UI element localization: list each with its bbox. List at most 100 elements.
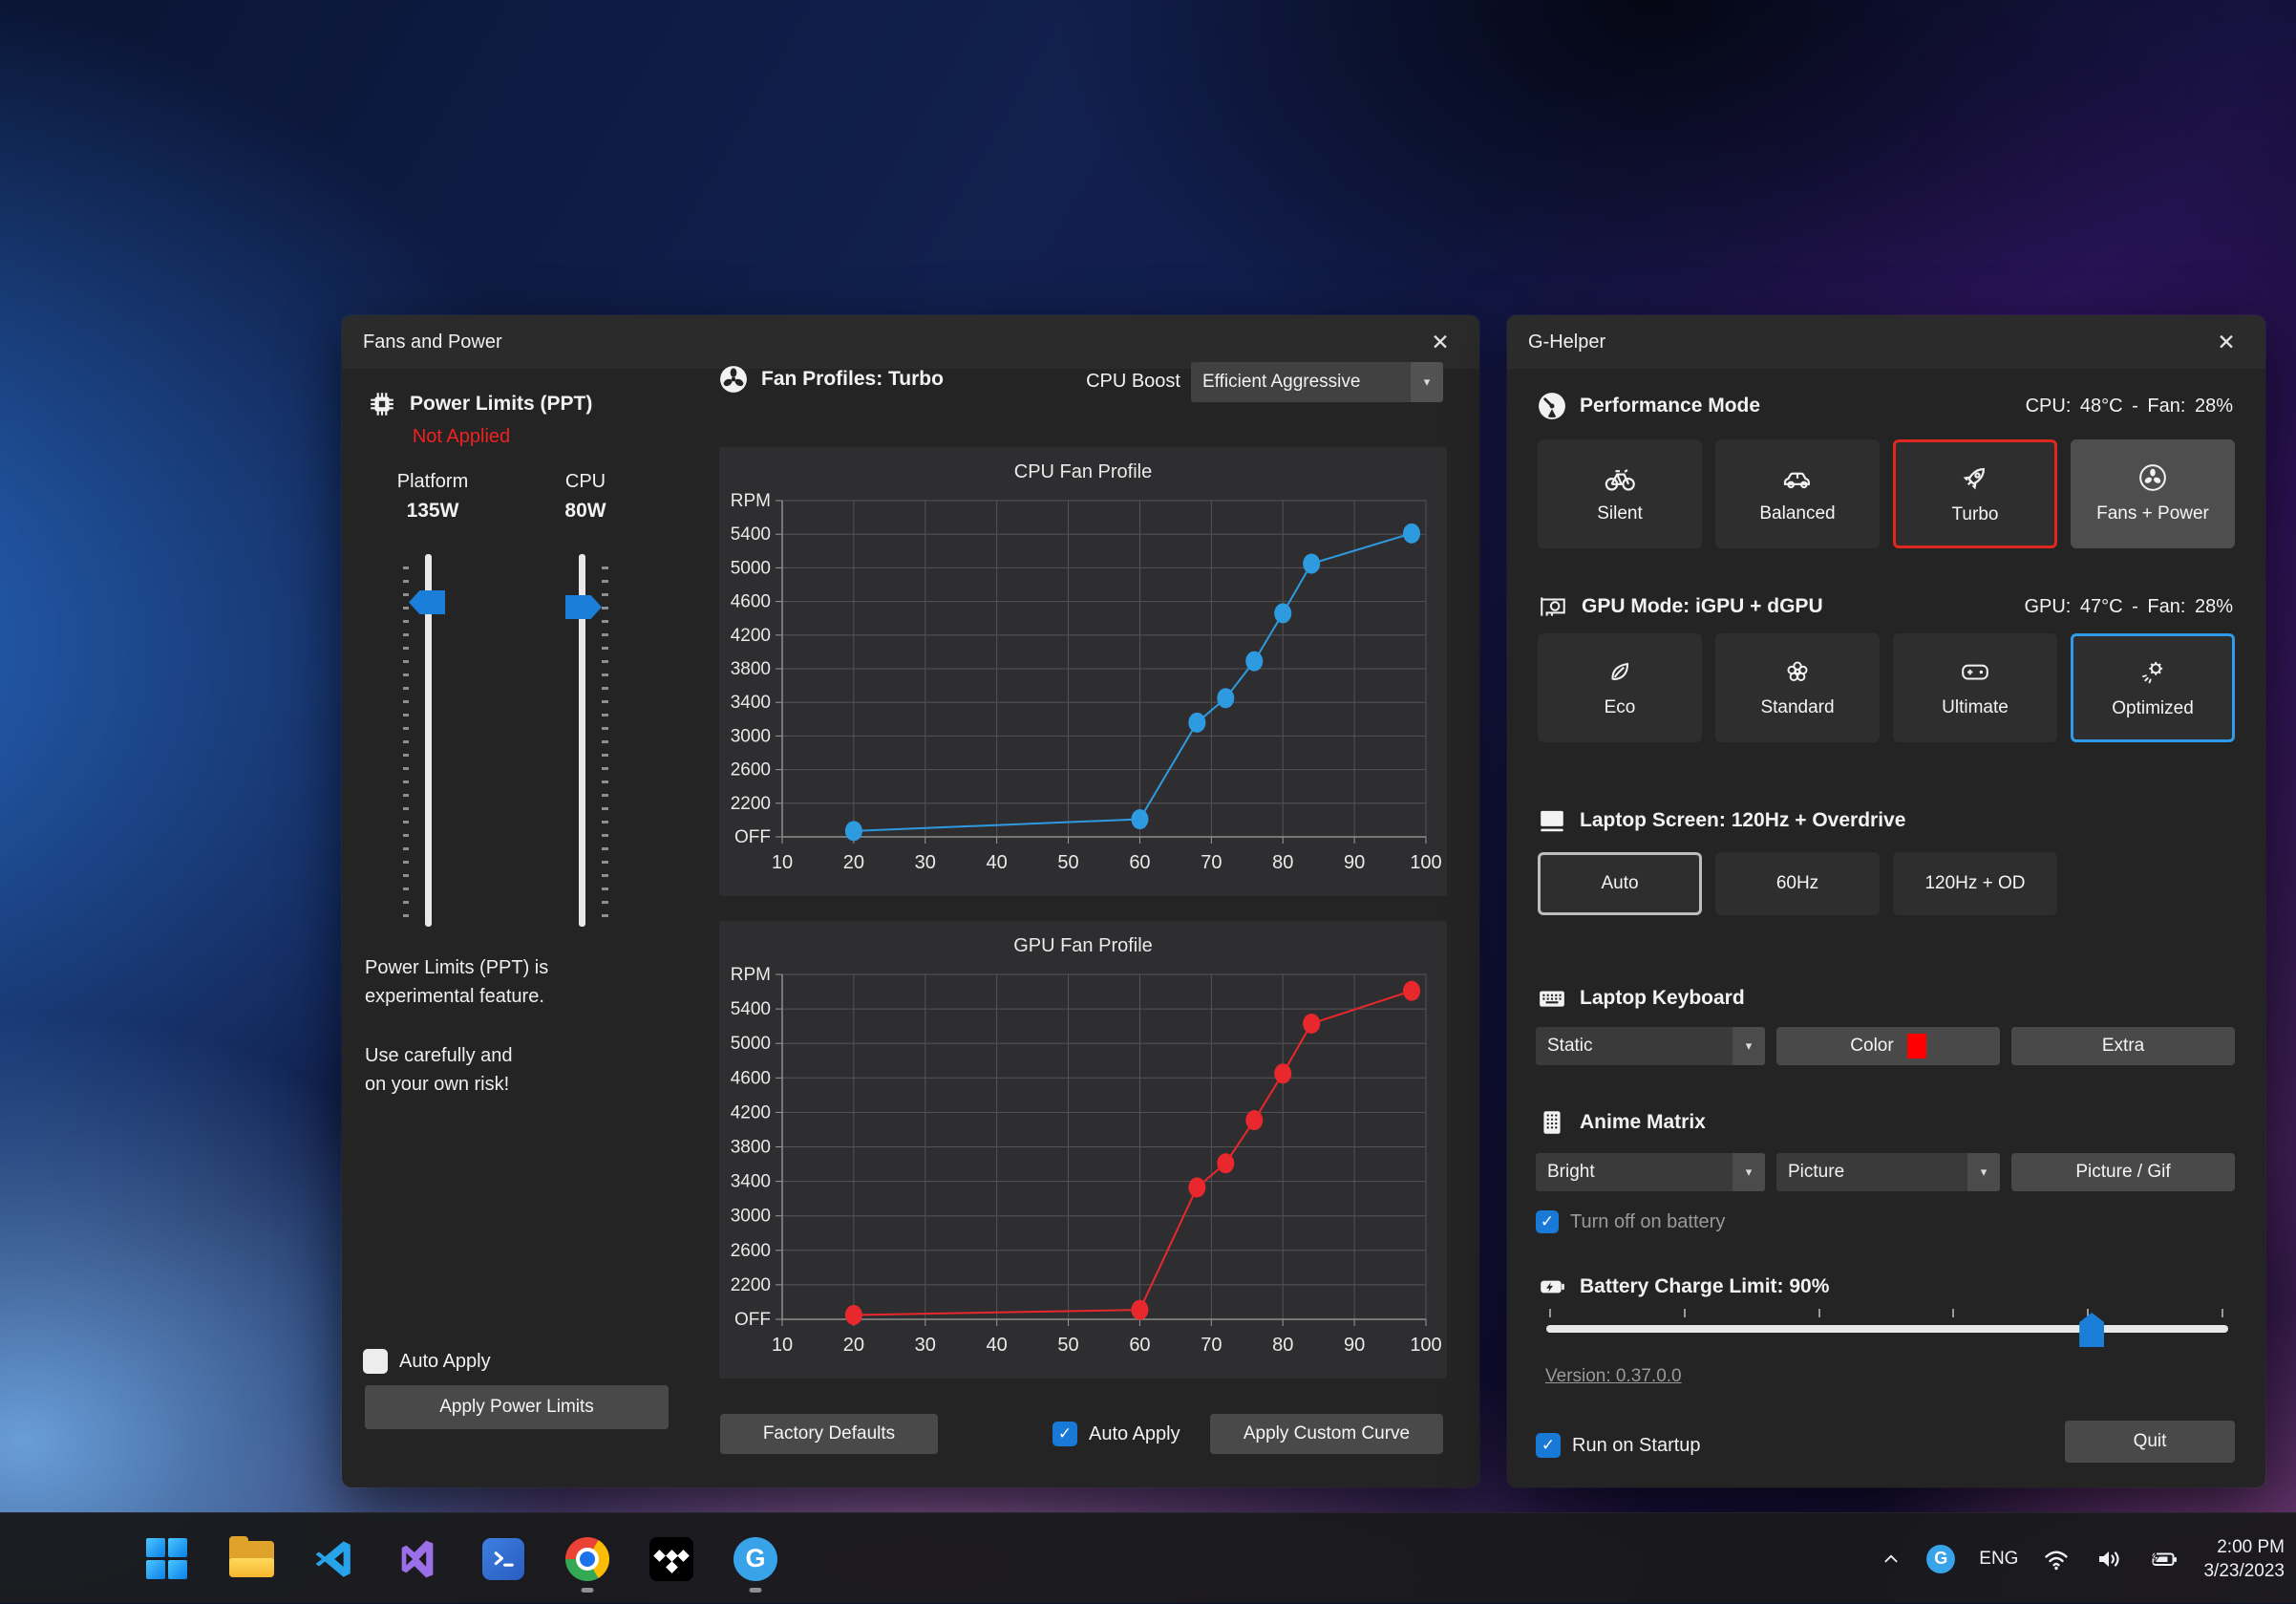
svg-text:3400: 3400 [731,693,771,713]
terminal-button[interactable] [473,1524,534,1594]
system-tray: G ENG 2:00 PM 3/23/2023 [1880,1513,2285,1604]
factory-defaults-button[interactable]: Factory Defaults [720,1414,938,1454]
keyboard-color-button[interactable]: Color [1776,1027,2000,1065]
fan-icon [2138,463,2167,492]
check-icon: ✓ [1541,1436,1555,1455]
ghelper-titlebar[interactable]: G-Helper ✕ [1507,315,2265,369]
svg-text:30: 30 [915,1335,936,1356]
svg-text:3800: 3800 [731,1138,771,1158]
svg-text:40: 40 [987,1335,1008,1356]
balanced-mode-button[interactable]: Balanced [1715,439,1880,548]
fan-curve-point[interactable] [1131,809,1148,829]
fan-curve-point[interactable] [1303,554,1320,574]
fan-curve-point[interactable] [1217,1153,1234,1173]
apply-custom-curve-button[interactable]: Apply Custom Curve [1210,1414,1443,1454]
fan-curve-point[interactable] [1188,1177,1205,1197]
fan-curve-point[interactable] [1188,713,1205,733]
picture-gif-button[interactable]: Picture / Gif [2011,1153,2235,1191]
cpu-boost-dropdown[interactable]: Efficient Aggressive ▾ [1191,362,1443,402]
ghelper-tray-icon[interactable]: G [1926,1545,1955,1573]
cpu-slider-handle[interactable] [565,595,602,619]
battery-slider-handle[interactable] [2079,1313,2104,1347]
fans-power-button[interactable]: Fans + Power [2071,439,2235,548]
quit-button[interactable]: Quit [2065,1421,2235,1463]
power-limits-note: Power Limits (PPT) is experimental featu… [365,953,548,1099]
keyboard-mode-dropdown[interactable]: Static ▾ [1536,1027,1765,1065]
power-auto-apply-checkbox[interactable] [363,1349,388,1374]
battery-tray-icon[interactable] [2147,1545,2179,1573]
fan-curve-point[interactable] [1303,1014,1320,1034]
svg-text:80: 80 [1272,852,1293,873]
matrix-brightness-dropdown[interactable]: Bright ▾ [1536,1153,1765,1191]
fans-window-titlebar[interactable]: Fans and Power ✕ [342,315,1479,369]
turbo-mode-button[interactable]: Turbo [1893,439,2057,548]
chrome-button[interactable] [557,1524,618,1594]
fan-curve-point[interactable] [1245,1110,1263,1130]
cpu-chip-icon [368,390,396,418]
bicycle-icon [1604,463,1636,492]
cpu-fan-profile-chart[interactable]: CPU Fan Profile102030405060708090100OFF2… [719,447,1447,896]
run-on-startup-checkbox[interactable]: ✓ [1536,1433,1561,1458]
file-explorer-button[interactable] [221,1524,282,1594]
svg-text:OFF: OFF [734,827,771,847]
svg-text:5000: 5000 [731,558,771,578]
fan-curve-point[interactable] [845,821,862,841]
screen-auto-button[interactable]: Auto [1538,852,1702,915]
chevron-down-icon[interactable]: ▾ [1733,1153,1765,1191]
svg-text:5400: 5400 [731,999,771,1019]
matrix-content-dropdown[interactable]: Picture ▾ [1776,1153,2000,1191]
fan-curve-point[interactable] [1217,688,1234,708]
standard-gpu-button[interactable]: Standard [1715,633,1880,742]
anime-matrix-header: Anime Matrix [1538,1108,2233,1137]
eco-gpu-button[interactable]: Eco [1538,633,1702,742]
tidal-icon [649,1537,693,1581]
ghelper-taskbar-button[interactable]: G [725,1524,786,1594]
svg-text:60: 60 [1129,1335,1150,1356]
fan-curve-point[interactable] [845,1305,862,1325]
platform-slider-handle[interactable] [409,590,445,614]
vscode-button[interactable] [305,1524,366,1594]
volume-icon[interactable] [2094,1545,2123,1573]
wifi-icon[interactable] [2042,1545,2071,1573]
visual-studio-button[interactable] [389,1524,450,1594]
turn-off-on-battery-checkbox[interactable]: ✓ [1536,1210,1559,1233]
gpu-fan-profile-chart[interactable]: GPU Fan Profile102030405060708090100OFF2… [719,921,1447,1379]
tray-date: 3/23/2023 [2203,1559,2285,1583]
svg-text:10: 10 [772,1335,793,1356]
svg-text:100: 100 [1410,852,1441,873]
chevron-down-icon[interactable]: ▾ [1967,1153,2000,1191]
close-icon[interactable]: ✕ [2208,330,2244,355]
version-link[interactable]: Version: 0.37.0.0 [1545,1366,1682,1387]
platform-slider-value: 135W [380,500,485,523]
fan-curve-point[interactable] [1274,603,1291,623]
start-button[interactable] [137,1524,198,1594]
laptop-screen-header: Laptop Screen: 120Hz + Overdrive [1538,806,2233,835]
tidal-button[interactable] [641,1524,702,1594]
fan-curve-point[interactable] [1245,652,1263,672]
apply-power-limits-button[interactable]: Apply Power Limits [365,1385,669,1429]
tray-chevron-up-icon[interactable] [1880,1548,1903,1571]
chevron-down-icon[interactable]: ▾ [1733,1027,1765,1065]
optimized-gpu-button[interactable]: Optimized [2071,633,2235,742]
fan-curve-point[interactable] [1131,1300,1148,1320]
svg-text:40: 40 [987,852,1008,873]
language-indicator[interactable]: ENG [1979,1549,2018,1570]
terminal-icon [482,1538,524,1580]
chevron-down-icon[interactable]: ▾ [1411,362,1443,402]
ultimate-gpu-button[interactable]: Ultimate [1893,633,2057,742]
fan-curve-point[interactable] [1403,524,1420,544]
curve-auto-apply-checkbox[interactable]: ✓ [1052,1422,1077,1446]
leaf-icon [1605,657,1634,686]
fans-window-title: Fans and Power [363,331,502,353]
fan-curve-point[interactable] [1274,1063,1291,1083]
clock[interactable]: 2:00 PM 3/23/2023 [2203,1535,2285,1583]
screen-60hz-button[interactable]: 60Hz [1715,852,1880,915]
battery-slider-track[interactable] [1546,1325,2228,1333]
close-icon[interactable]: ✕ [1422,330,1458,355]
fan-curve-point[interactable] [1403,981,1420,1001]
ghelper-title: G-Helper [1528,331,1605,353]
color-swatch [1907,1034,1926,1059]
silent-mode-button[interactable]: Silent [1538,439,1702,548]
screen-120hz-od-button[interactable]: 120Hz + OD [1893,852,2057,915]
keyboard-extra-button[interactable]: Extra [2011,1027,2235,1065]
